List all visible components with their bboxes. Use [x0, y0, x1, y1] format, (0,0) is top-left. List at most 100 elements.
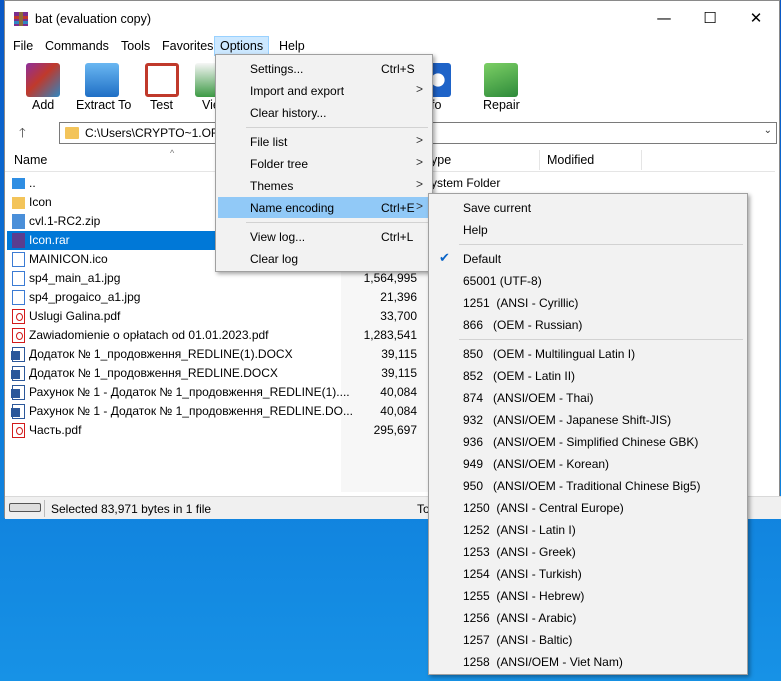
folder-icon	[12, 197, 25, 209]
menu-favorites[interactable]: Favorites	[157, 36, 218, 56]
word-file-icon	[11, 404, 25, 419]
repair-kit-icon	[484, 63, 518, 97]
maximize-button[interactable]: ☐	[687, 1, 733, 35]
menu-item-label: View log...	[250, 230, 306, 244]
close-button[interactable]: ✕	[733, 1, 779, 35]
add-button[interactable]: Add	[19, 57, 67, 119]
file-name: ..	[29, 176, 36, 190]
menu-item-label: Name encoding	[250, 201, 335, 215]
chevron-right-icon: >	[416, 133, 424, 147]
menu-item-label: 852 (OEM - Latin II)	[463, 369, 576, 383]
menu-item-encoding[interactable]: 852 (OEM - Latin II)	[431, 365, 745, 386]
file-name: Часть.pdf	[29, 423, 82, 437]
menu-separator	[246, 127, 428, 128]
menu-separator	[459, 244, 743, 245]
extract-to-button[interactable]: Extract To	[71, 57, 135, 119]
menu-file[interactable]: File	[8, 36, 38, 56]
menu-separator	[459, 339, 743, 340]
menu-item-encoding[interactable]: 1257 (ANSI - Baltic)	[431, 629, 745, 650]
chevron-down-icon[interactable]: ⌄	[764, 125, 772, 136]
menu-item-label: 1257 (ANSI - Baltic)	[463, 633, 573, 647]
menu-item-label: Help	[463, 223, 488, 237]
options-menu: Settings... Ctrl+S Import and export > C…	[215, 54, 433, 272]
menu-item-encoding[interactable]: 950 (ANSI/OEM - Traditional Chinese Big5…	[431, 475, 745, 496]
menu-item-label: 1250 (ANSI - Central Europe)	[463, 501, 624, 515]
menu-item-encoding[interactable]: 1258 (ANSI/OEM - Viet Nam)	[431, 651, 745, 672]
menu-item-label: 866 (OEM - Russian)	[463, 318, 583, 332]
menu-item-encoding[interactable]: 1252 (ANSI - Latin I)	[431, 519, 745, 540]
folder-icon	[65, 127, 79, 139]
title-bar: bat (evaluation copy) — ☐ ✕	[5, 1, 779, 35]
column-divider[interactable]	[539, 150, 540, 170]
name-encoding-submenu: Save current Help ✔ Default 65001 (UTF-8…	[428, 193, 748, 675]
menu-item-label: Clear history...	[250, 106, 327, 120]
repair-button[interactable]: Repair	[481, 57, 521, 119]
chevron-right-icon: >	[416, 155, 424, 169]
menu-item-clear-history[interactable]: Clear history...	[218, 102, 430, 123]
menu-help[interactable]: Help	[274, 36, 310, 56]
menu-item-label: 1252 (ANSI - Latin I)	[463, 523, 576, 537]
drive-icon	[9, 503, 41, 512]
menu-commands[interactable]: Commands	[40, 36, 114, 56]
winrar-app-icon	[14, 12, 28, 26]
menu-item-encoding-default[interactable]: ✔ Default	[431, 248, 745, 269]
file-name: sp4_main_a1.jpg	[29, 271, 121, 285]
menu-item-encoding[interactable]: 1256 (ANSI - Arabic)	[431, 607, 745, 628]
menu-item-label: Themes	[250, 179, 294, 193]
file-size: 40,084	[380, 404, 417, 418]
menu-item-encoding[interactable]: 949 (ANSI/OEM - Korean)	[431, 453, 745, 474]
menu-item-label: 1253 (ANSI - Greek)	[463, 545, 576, 559]
menu-item-encoding[interactable]: 850 (OEM - Multilingual Latin I)	[431, 343, 745, 364]
file-name: Додаток № 1_продовження_REDLINE(1).DOCX	[29, 347, 293, 361]
minimize-button[interactable]: —	[641, 1, 687, 35]
file-size: 1,564,995	[363, 271, 417, 285]
file-size: 33,700	[380, 309, 417, 323]
file-size: 21,396	[380, 290, 417, 304]
menu-item-name-encoding[interactable]: Name encoding Ctrl+E >	[218, 197, 430, 218]
menu-item-encoding[interactable]: 1253 (ANSI - Greek)	[431, 541, 745, 562]
checkmark-icon: ✔	[439, 250, 450, 265]
menu-item-help[interactable]: Help	[431, 219, 745, 240]
menu-item-clear-log[interactable]: Clear log	[218, 248, 430, 269]
menu-item-encoding[interactable]: 1250 (ANSI - Central Europe)	[431, 497, 745, 518]
file-name: Рахунок № 1 - Додаток № 1_продовження_RE…	[29, 385, 350, 399]
menu-item-settings[interactable]: Settings... Ctrl+S	[218, 58, 430, 79]
column-type[interactable]: ype	[431, 153, 451, 167]
column-divider[interactable]	[641, 150, 642, 170]
status-divider	[44, 500, 45, 517]
up-folder-icon[interactable]: 🡑	[19, 124, 26, 146]
menu-item-label: 1251 (ANSI - Cyrillic)	[463, 296, 579, 310]
menu-item-view-log[interactable]: View log... Ctrl+L	[218, 226, 430, 247]
menu-options[interactable]: Options	[214, 36, 270, 56]
test-label: Test	[150, 98, 173, 112]
file-name: Рахунок № 1 - Додаток № 1_продовження_RE…	[29, 404, 353, 418]
menu-item-label: Clear log	[250, 252, 299, 266]
menu-item-save-current[interactable]: Save current	[431, 197, 745, 218]
menu-item-encoding[interactable]: 932 (ANSI/OEM - Japanese Shift-JIS)	[431, 409, 745, 430]
test-checklist-icon	[145, 63, 179, 97]
menu-item-themes[interactable]: Themes >	[218, 175, 430, 196]
menu-item-encoding[interactable]: 1254 (ANSI - Turkish)	[431, 563, 745, 584]
menu-item-encoding[interactable]: 936 (ANSI/OEM - Simplified Chinese GBK)	[431, 431, 745, 452]
menu-tools[interactable]: Tools	[116, 36, 155, 56]
menu-item-file-list[interactable]: File list >	[218, 131, 430, 152]
pdf-file-icon	[12, 309, 25, 324]
menu-item-encoding[interactable]: 874 (ANSI/OEM - Thai)	[431, 387, 745, 408]
menu-item-label: 850 (OEM - Multilingual Latin I)	[463, 347, 636, 361]
menu-item-import-export[interactable]: Import and export >	[218, 80, 430, 101]
test-button[interactable]: Test	[141, 57, 181, 119]
menu-item-folder-tree[interactable]: Folder tree >	[218, 153, 430, 174]
column-name[interactable]: Name	[14, 153, 47, 167]
menu-item-label: 65001 (UTF-8)	[463, 274, 542, 288]
menu-item-encoding[interactable]: 866 (OEM - Russian)	[431, 314, 745, 335]
menu-item-label: Import and export	[250, 84, 345, 98]
menu-item-encoding[interactable]: 1251 (ANSI - Cyrillic)	[431, 292, 745, 313]
menu-item-encoding[interactable]: 1255 (ANSI - Hebrew)	[431, 585, 745, 606]
file-size: 295,697	[373, 423, 417, 437]
menu-item-encoding[interactable]: 65001 (UTF-8)	[431, 270, 745, 291]
column-modified[interactable]: Modified	[547, 153, 594, 167]
menu-item-label: Save current	[463, 201, 532, 215]
menu-item-label: 1254 (ANSI - Turkish)	[463, 567, 582, 581]
file-size: 39,115	[381, 366, 417, 380]
menu-item-label: 950 (ANSI/OEM - Traditional Chinese Big5…	[463, 479, 701, 493]
